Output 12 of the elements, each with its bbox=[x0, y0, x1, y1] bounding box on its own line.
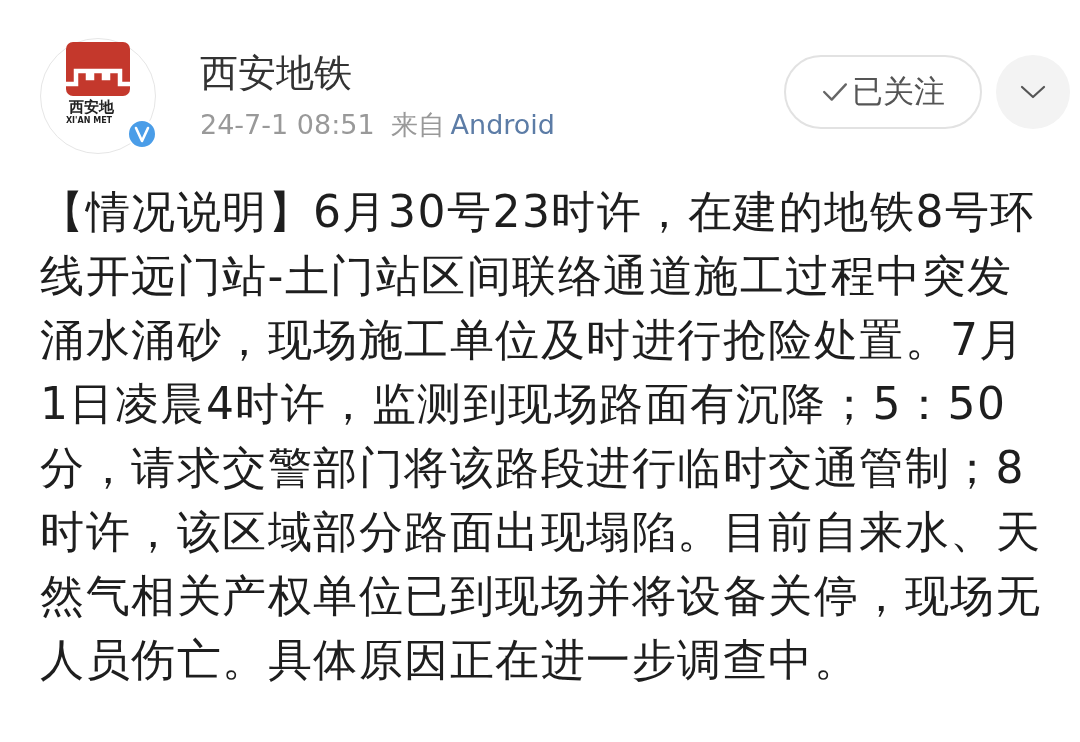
author-name[interactable]: 西安地铁 bbox=[200, 50, 352, 96]
avatar[interactable]: 西安地 XI'AN MET bbox=[40, 38, 156, 154]
follow-button[interactable]: 已关注 bbox=[784, 55, 982, 129]
chevron-down-icon bbox=[1020, 85, 1046, 99]
logo-subtext: XI'AN MET bbox=[65, 116, 113, 126]
source-prefix: 来自 bbox=[390, 108, 445, 142]
metro-logo-icon bbox=[66, 42, 130, 96]
check-icon bbox=[821, 82, 848, 102]
post-time: 24-7-1 08:51 bbox=[200, 108, 375, 142]
source-link[interactable]: Android bbox=[450, 108, 555, 142]
post-text: 【情况说明】6月30号23时许，在建的地铁8号环线开远门站-土门站区间联络通道施工过程中突发涌水涌砂，现场施工单位及时进行抢险处置。7月1日凌晨4时许，监测到现场路面有沉降；5：50分，请求交警部门将该路段进行临时交通管制；8时许，该区域部分路面出现塌陷。目前自来水、天然气相关产权单位已到现场并将设备关停，现场无人员伤亡。具体原因正在进一步调查中。 bbox=[40, 185, 1042, 687]
logo-text: 西安地 bbox=[68, 99, 114, 116]
